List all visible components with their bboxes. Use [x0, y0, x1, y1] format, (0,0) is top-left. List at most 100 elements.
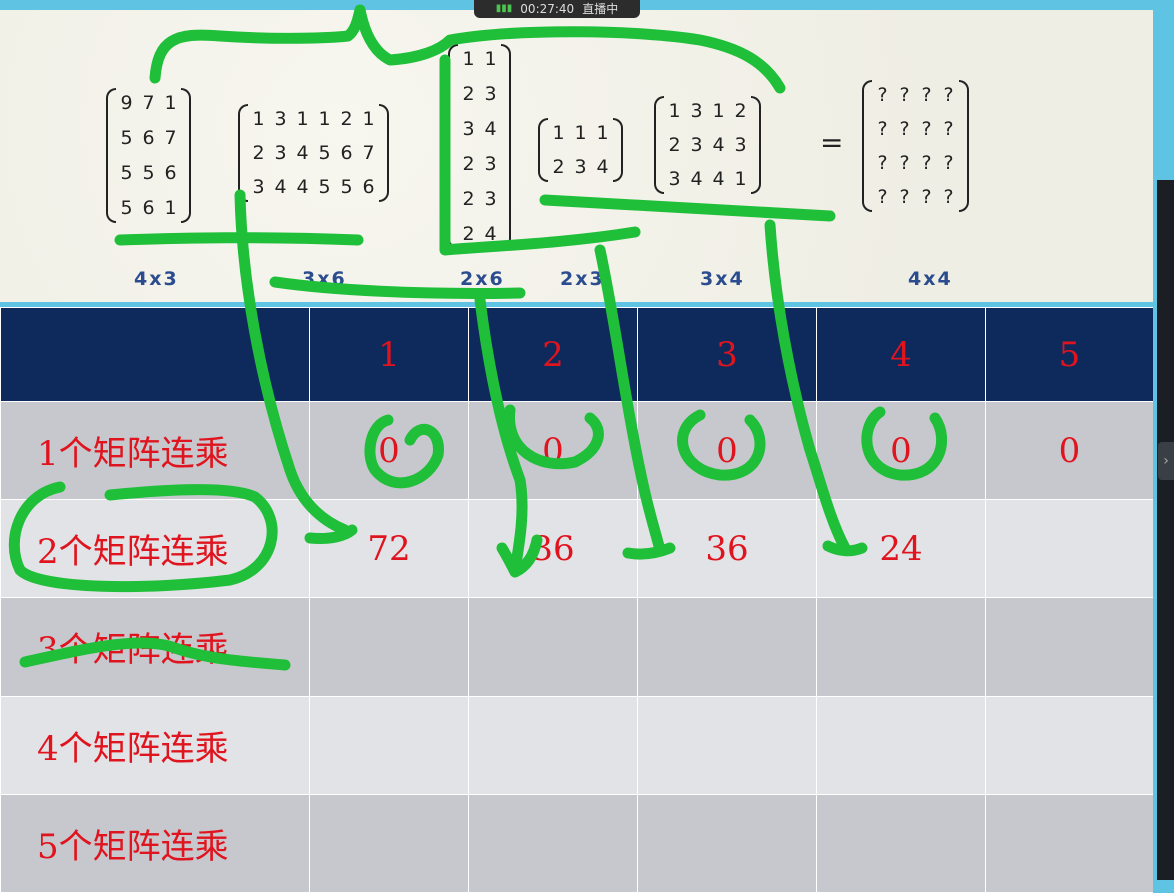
table-cell [309, 597, 469, 697]
table-cell: 36 [637, 499, 817, 599]
matrix-cell: 1 [574, 122, 587, 144]
table-cell: 0 [309, 400, 469, 501]
col-header-1: 1 [309, 307, 469, 402]
dim-label-1: 4x3 [134, 268, 179, 290]
table-row: 1个矩阵连乘 0 0 0 0 0 [0, 400, 1154, 501]
signal-icon: ▮▮▮ [495, 3, 513, 14]
matrix-cell: 1 [552, 122, 565, 144]
right-bracket [959, 80, 969, 212]
table-cell: 24 [816, 499, 986, 599]
table-cell [637, 695, 817, 795]
row-label: 1个矩阵连乘 [0, 400, 310, 501]
matrix-a3: 112334232324 [448, 44, 511, 249]
table-cell [468, 793, 638, 893]
left-bracket [538, 118, 548, 182]
matrix-cell: ? [943, 118, 954, 140]
matrix-cell: 4 [596, 156, 609, 178]
expand-panel-button[interactable]: › [1158, 442, 1174, 480]
table-cell: 0 [985, 400, 1154, 501]
matrix-cell: 4 [690, 168, 703, 190]
left-bracket [238, 104, 248, 202]
matrix-cell: 2 [462, 83, 475, 105]
matrix-cell: 5 [340, 176, 353, 198]
matrix-a4: 111234 [538, 118, 623, 182]
matrix-cell: 6 [164, 162, 177, 184]
dim-label-6: 4x4 [908, 268, 953, 290]
row-label: 4个矩阵连乘 [0, 695, 310, 795]
matrix-cell: 4 [484, 223, 497, 245]
right-bracket [751, 96, 761, 194]
right-bracket [181, 88, 191, 223]
left-bracket [106, 88, 116, 223]
matrix-result: ???????????????? [862, 80, 969, 212]
table-cell [985, 499, 1154, 599]
table-cell [816, 695, 986, 795]
matrix-cell: ? [921, 186, 932, 208]
table-cell [816, 793, 986, 893]
matrix-cell: 3 [690, 100, 703, 122]
matrix-cell: 3 [574, 156, 587, 178]
matrix-cell: 1 [252, 108, 265, 130]
matrix-cell: 1 [318, 108, 331, 130]
matrix-cell: 4 [484, 118, 497, 140]
matrix-cell: 1 [668, 100, 681, 122]
left-bracket [862, 80, 872, 212]
matrix-cell: 2 [340, 108, 353, 130]
table-cell [309, 695, 469, 795]
dim-label-3: 2x6 [460, 268, 505, 290]
row-label: 3个矩阵连乘 [0, 597, 310, 697]
table-cell [816, 597, 986, 697]
matrix-cell: 2 [462, 188, 475, 210]
matrix-cell: 3 [252, 176, 265, 198]
table-row: 5个矩阵连乘 [0, 793, 1154, 893]
matrix-cell: 1 [164, 92, 177, 114]
matrix-cell: 6 [142, 197, 155, 219]
chevron-right-icon: › [1163, 453, 1169, 469]
header-corner [0, 307, 310, 402]
row-label: 2个矩阵连乘 [0, 499, 310, 599]
live-status-pill: ▮▮▮ 00:27:40 直播中 [474, 0, 640, 18]
equals-sign: = [820, 126, 844, 159]
matrix-cell: ? [921, 118, 932, 140]
matrix-cell: 1 [596, 122, 609, 144]
matrix-cell: ? [921, 152, 932, 174]
matrix-cell: 4 [712, 168, 725, 190]
col-header-4: 4 [816, 307, 986, 402]
table-cell [637, 793, 817, 893]
matrix-cell: 3 [274, 142, 287, 164]
matrix-cell: 4 [274, 176, 287, 198]
matrix-cell: 5 [318, 176, 331, 198]
table-row: 4个矩阵连乘 [0, 695, 1154, 795]
matrix-cell: ? [943, 84, 954, 106]
matrix-cell: 3 [668, 168, 681, 190]
matrix-cell: 5 [120, 197, 133, 219]
matrix-cell: ? [877, 152, 888, 174]
table-cell [637, 597, 817, 697]
table-cell [985, 695, 1154, 795]
right-bracket [501, 44, 511, 249]
matrix-cell: 6 [142, 127, 155, 149]
matrix-cell: 2 [462, 153, 475, 175]
left-bracket [654, 96, 664, 194]
matrix-cell: 1 [484, 48, 497, 70]
left-bracket [448, 44, 458, 249]
matrix-cell: ? [943, 152, 954, 174]
matrix-cell: ? [943, 186, 954, 208]
matrix-cell: 2 [668, 134, 681, 156]
matrix-cell: ? [877, 186, 888, 208]
matrix-cell: 5 [142, 162, 155, 184]
table-header-row: 1 2 3 4 5 [0, 307, 1154, 402]
table-cell [468, 597, 638, 697]
right-bracket [613, 118, 623, 182]
matrix-cell: ? [899, 186, 910, 208]
table-cell: 72 [309, 499, 469, 599]
col-header-2: 2 [468, 307, 638, 402]
table-cell: 0 [468, 400, 638, 501]
table-cell: 36 [468, 499, 638, 599]
table-cell [985, 597, 1154, 697]
matrix-cell: 6 [340, 142, 353, 164]
matrix-cell: 1 [462, 48, 475, 70]
table-cell: 0 [637, 400, 817, 501]
matrix-cell: 4 [296, 176, 309, 198]
matrix-cell: 7 [142, 92, 155, 114]
